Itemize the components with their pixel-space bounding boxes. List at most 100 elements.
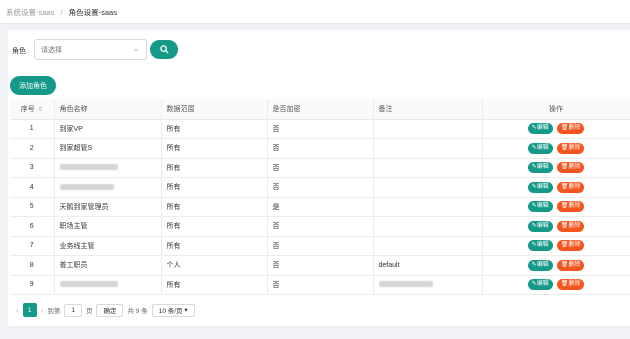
- row-index: 3: [10, 158, 55, 178]
- row-actions: ✎编辑 🗑删除: [482, 255, 630, 276]
- column-header-encrypted: 是否加密: [267, 99, 374, 120]
- edit-button[interactable]: ✎编辑: [527, 240, 553, 252]
- delete-button[interactable]: 🗑删除: [556, 259, 585, 271]
- content-panel: 角色 请选择 ⌄ 添加角色 序号 ⇕ 角色名称 数据范围 是否加密 备注 操作 1…: [8, 30, 630, 326]
- redacted-name: [59, 183, 114, 190]
- column-header-index[interactable]: 序号 ⇕: [10, 99, 55, 120]
- remark: default: [373, 255, 483, 276]
- is-encrypted: 否: [267, 177, 374, 198]
- row-index: 6: [10, 216, 55, 237]
- data-scope: 个人: [161, 255, 268, 276]
- delete-button[interactable]: 🗑删除: [556, 162, 585, 174]
- goto-page-suffix: 页: [85, 308, 93, 315]
- role-name: [54, 275, 162, 295]
- is-encrypted: 否: [267, 158, 374, 178]
- edit-button[interactable]: ✎编辑: [527, 201, 553, 213]
- remark: [373, 197, 483, 217]
- is-encrypted: 否: [267, 255, 374, 276]
- total-count: 共 9 条: [127, 308, 148, 315]
- data-scope: 所有: [161, 158, 268, 178]
- delete-button[interactable]: 🗑删除: [556, 240, 585, 252]
- delete-button[interactable]: 🗑删除: [556, 201, 585, 213]
- row-actions: ✎编辑 🗑删除: [482, 138, 630, 159]
- prev-page-icon[interactable]: ‹: [16, 306, 19, 315]
- delete-button[interactable]: 🗑删除: [556, 279, 585, 291]
- row-actions: ✎编辑 🗑删除: [482, 275, 630, 295]
- sort-icon[interactable]: ⇕: [38, 107, 43, 113]
- row-index: 8: [10, 255, 55, 276]
- edit-button[interactable]: ✎编辑: [527, 279, 553, 291]
- table-row: 3 所有否 ✎编辑 🗑删除: [10, 158, 630, 178]
- data-scope: 所有: [161, 216, 268, 237]
- data-scope: 所有: [161, 197, 268, 217]
- add-role-button[interactable]: 添加角色: [10, 76, 56, 95]
- delete-button[interactable]: 🗑删除: [556, 123, 585, 135]
- data-scope: 所有: [161, 119, 268, 139]
- is-encrypted: 是: [267, 197, 374, 217]
- row-index: 5: [10, 197, 55, 217]
- remark: [373, 275, 483, 295]
- remark: [373, 158, 483, 178]
- remark: [373, 119, 483, 139]
- role-name: 到家VP: [54, 119, 162, 139]
- row-actions: ✎编辑 🗑删除: [482, 119, 630, 139]
- table-row: 5 天鹅到家管理员 所有是 ✎编辑 🗑删除: [10, 197, 630, 217]
- edit-button[interactable]: ✎编辑: [527, 142, 553, 154]
- role-name: 职场主管: [54, 216, 162, 237]
- breadcrumb: 系统设置-saas / 角色设置-saas: [0, 0, 630, 24]
- data-scope: 所有: [161, 236, 268, 256]
- row-index: 4: [10, 177, 55, 198]
- goto-label: 到第: [47, 308, 61, 315]
- redacted-remark: [378, 281, 433, 288]
- row-actions: ✎编辑 🗑删除: [482, 177, 630, 198]
- role-name: 普工职员: [54, 255, 162, 276]
- edit-button[interactable]: ✎编辑: [527, 220, 553, 232]
- remark: [373, 138, 483, 159]
- is-encrypted: 否: [267, 275, 374, 295]
- role-name: 业务线主管: [54, 236, 162, 256]
- data-scope: 所有: [161, 138, 268, 159]
- table-row: 1 到家VP 所有否 ✎编辑 🗑删除: [10, 119, 630, 139]
- goto-page-input[interactable]: 1: [64, 303, 82, 317]
- table-row: 9 所有否 ✎编辑 🗑删除: [10, 275, 630, 295]
- edit-button[interactable]: ✎编辑: [527, 259, 553, 271]
- redacted-name: [59, 164, 118, 171]
- edit-button[interactable]: ✎编辑: [527, 181, 553, 193]
- edit-button[interactable]: ✎编辑: [527, 123, 553, 135]
- is-encrypted: 否: [267, 236, 374, 256]
- row-index: 1: [10, 119, 55, 139]
- remark: [373, 216, 483, 237]
- role-name: [54, 158, 162, 178]
- is-encrypted: 否: [267, 138, 374, 159]
- column-header-remark: 备注: [373, 99, 483, 120]
- row-actions: ✎编辑 🗑删除: [482, 216, 630, 237]
- goto-confirm-button[interactable]: 确定: [96, 303, 124, 317]
- role-filter-label: 角色: [12, 48, 26, 55]
- delete-button[interactable]: 🗑删除: [556, 142, 585, 154]
- row-actions: ✎编辑 🗑删除: [482, 236, 630, 256]
- role-select[interactable]: 请选择 ⌄: [34, 39, 147, 60]
- table-row: 2 到家超管S 所有否 ✎编辑 🗑删除: [10, 138, 630, 159]
- breadcrumb-current: 角色设置-saas: [68, 8, 117, 17]
- delete-button[interactable]: 🗑删除: [556, 220, 585, 232]
- row-index: 9: [10, 275, 55, 295]
- pagination: ‹ 1 › 到第 1 页 确定 共 9 条 10 条/页 ▾: [12, 302, 199, 318]
- page-number-current[interactable]: 1: [22, 303, 37, 317]
- delete-button[interactable]: 🗑删除: [556, 181, 585, 193]
- role-name: 天鹅到家管理员: [54, 197, 162, 217]
- page-size-select[interactable]: 10 条/页 ▾: [151, 303, 195, 317]
- role-name: 到家超管S: [54, 138, 162, 159]
- column-header-name: 角色名称: [54, 99, 162, 120]
- data-scope: 所有: [161, 275, 268, 295]
- is-encrypted: 否: [267, 119, 374, 139]
- edit-button[interactable]: ✎编辑: [527, 162, 553, 174]
- column-header-scope: 数据范围: [161, 99, 268, 120]
- table-header-row: 序号 ⇕ 角色名称 数据范围 是否加密 备注 操作: [10, 99, 630, 120]
- redacted-name: [59, 281, 118, 288]
- row-index: 2: [10, 138, 55, 159]
- table-row: 7 业务线主管 所有否 ✎编辑 🗑删除: [10, 236, 630, 256]
- next-page-icon[interactable]: ›: [41, 306, 44, 315]
- remark: [373, 236, 483, 256]
- search-button[interactable]: [150, 40, 178, 59]
- breadcrumb-parent[interactable]: 系统设置-saas: [6, 8, 54, 17]
